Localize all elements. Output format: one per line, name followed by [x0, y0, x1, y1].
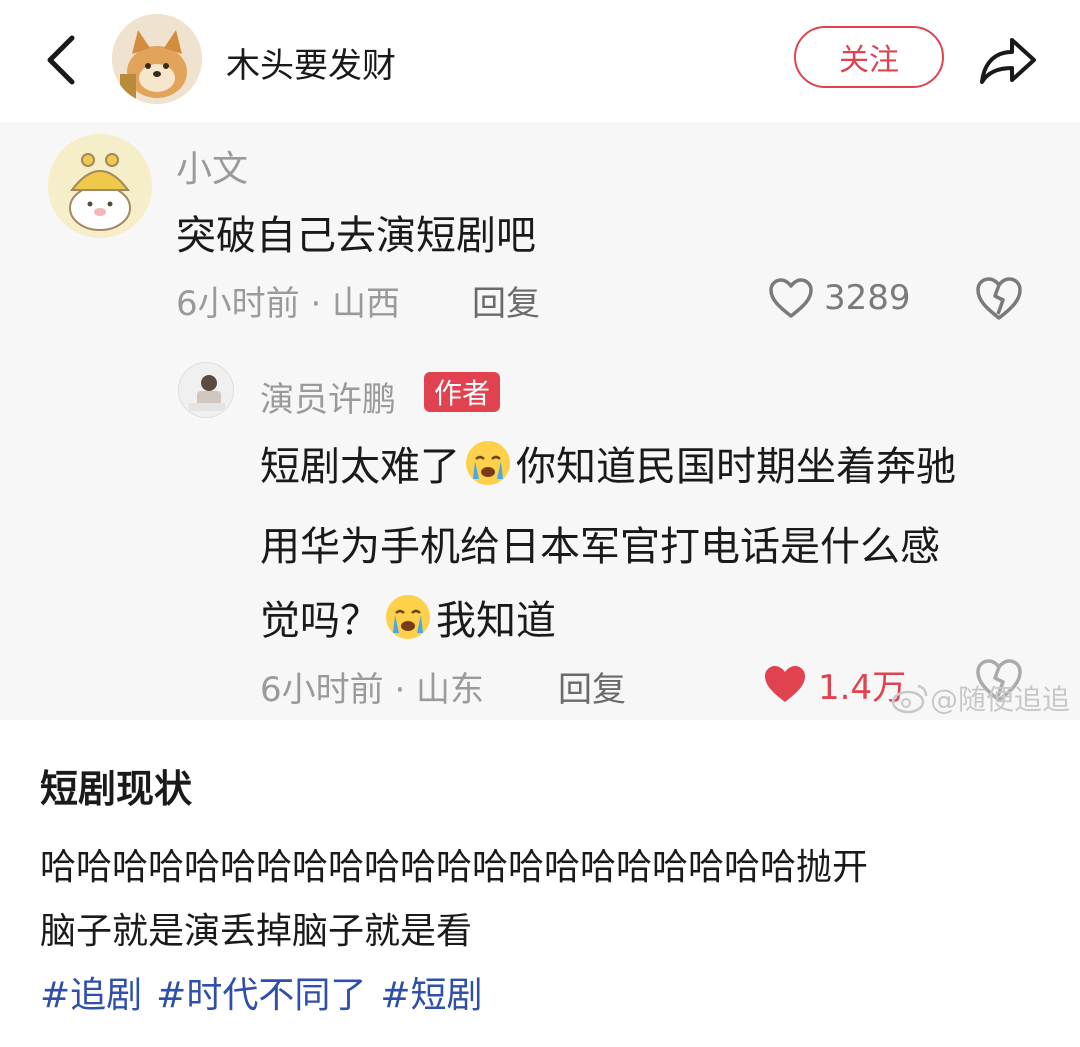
comment-like-button[interactable]: 3289: [768, 274, 911, 322]
heart-filled-icon: [765, 666, 805, 702]
weibo-logo-icon: [891, 684, 928, 714]
comment-like-count: 3289: [824, 278, 911, 318]
commenter-avatar[interactable]: [48, 134, 152, 238]
watermark-text: @随便追追: [930, 683, 1071, 716]
post-title: 短剧现状: [40, 767, 193, 811]
reply-text-segment: 你知道民国时期坐着奔驰: [516, 444, 956, 490]
weibo-watermark: @随便追追: [890, 678, 1070, 718]
reply-text-segment: 觉吗？: [260, 598, 380, 644]
reply-text-line-3: 觉吗？ 我知道: [260, 588, 556, 646]
hashtag-link[interactable]: #追剧: [40, 966, 142, 1018]
reply-author-name[interactable]: 演员许鹏: [260, 372, 396, 421]
reply-meta: 6小时前 · 山东: [260, 670, 485, 710]
commenter-name[interactable]: 小文: [176, 140, 248, 192]
author-name[interactable]: 木头要发财: [226, 38, 396, 87]
pig-hat-avatar-icon: [48, 134, 152, 238]
reply-text-line-2: 用华为手机给日本军官打电话是什么感: [260, 524, 940, 570]
reply-text-segment: 我知道: [436, 598, 556, 644]
comment-dislike-button[interactable]: [974, 274, 1024, 322]
reply-reply-button[interactable]: 回复: [558, 662, 626, 711]
comment-text: 突破自己去演短剧吧: [176, 213, 536, 259]
shiba-dog-avatar-icon: [112, 14, 202, 104]
hashtag-list: #追剧 #时代不同了 #短剧: [40, 966, 483, 1018]
reply-like-button[interactable]: 1.4万: [762, 660, 906, 708]
crying-face-emoji-icon: [386, 595, 430, 639]
post-body-line-2: 脑子就是演丢掉脑子就是看: [40, 911, 473, 952]
share-button[interactable]: [976, 30, 1040, 90]
broken-heart-icon: [976, 277, 1022, 320]
hashtag-link[interactable]: #时代不同了: [156, 966, 366, 1018]
reply-text-line-1: 短剧太难了 你知道民国时期坐着奔驰: [260, 434, 956, 492]
crying-face-emoji-icon: [466, 441, 510, 485]
author-badge: 作者: [424, 372, 501, 412]
chevron-left-icon: [47, 35, 75, 85]
comment-reply-button[interactable]: 回复: [472, 276, 540, 325]
post-body-line-1: 哈哈哈哈哈哈哈哈哈哈哈哈哈哈哈哈哈哈哈哈哈抛开: [40, 847, 869, 888]
follow-button[interactable]: 关注: [794, 26, 944, 88]
actor-photo-avatar-icon: [179, 363, 233, 417]
heart-outline-icon: [769, 278, 813, 318]
reply-text-segment: 短剧太难了: [260, 444, 460, 490]
back-button[interactable]: [38, 30, 88, 90]
share-arrow-icon: [980, 38, 1036, 84]
comment-meta: 6小时前 · 山西: [176, 284, 401, 324]
author-avatar[interactable]: [112, 14, 202, 104]
reply-author-avatar[interactable]: [178, 362, 234, 418]
hashtag-link[interactable]: #短剧: [380, 966, 482, 1018]
